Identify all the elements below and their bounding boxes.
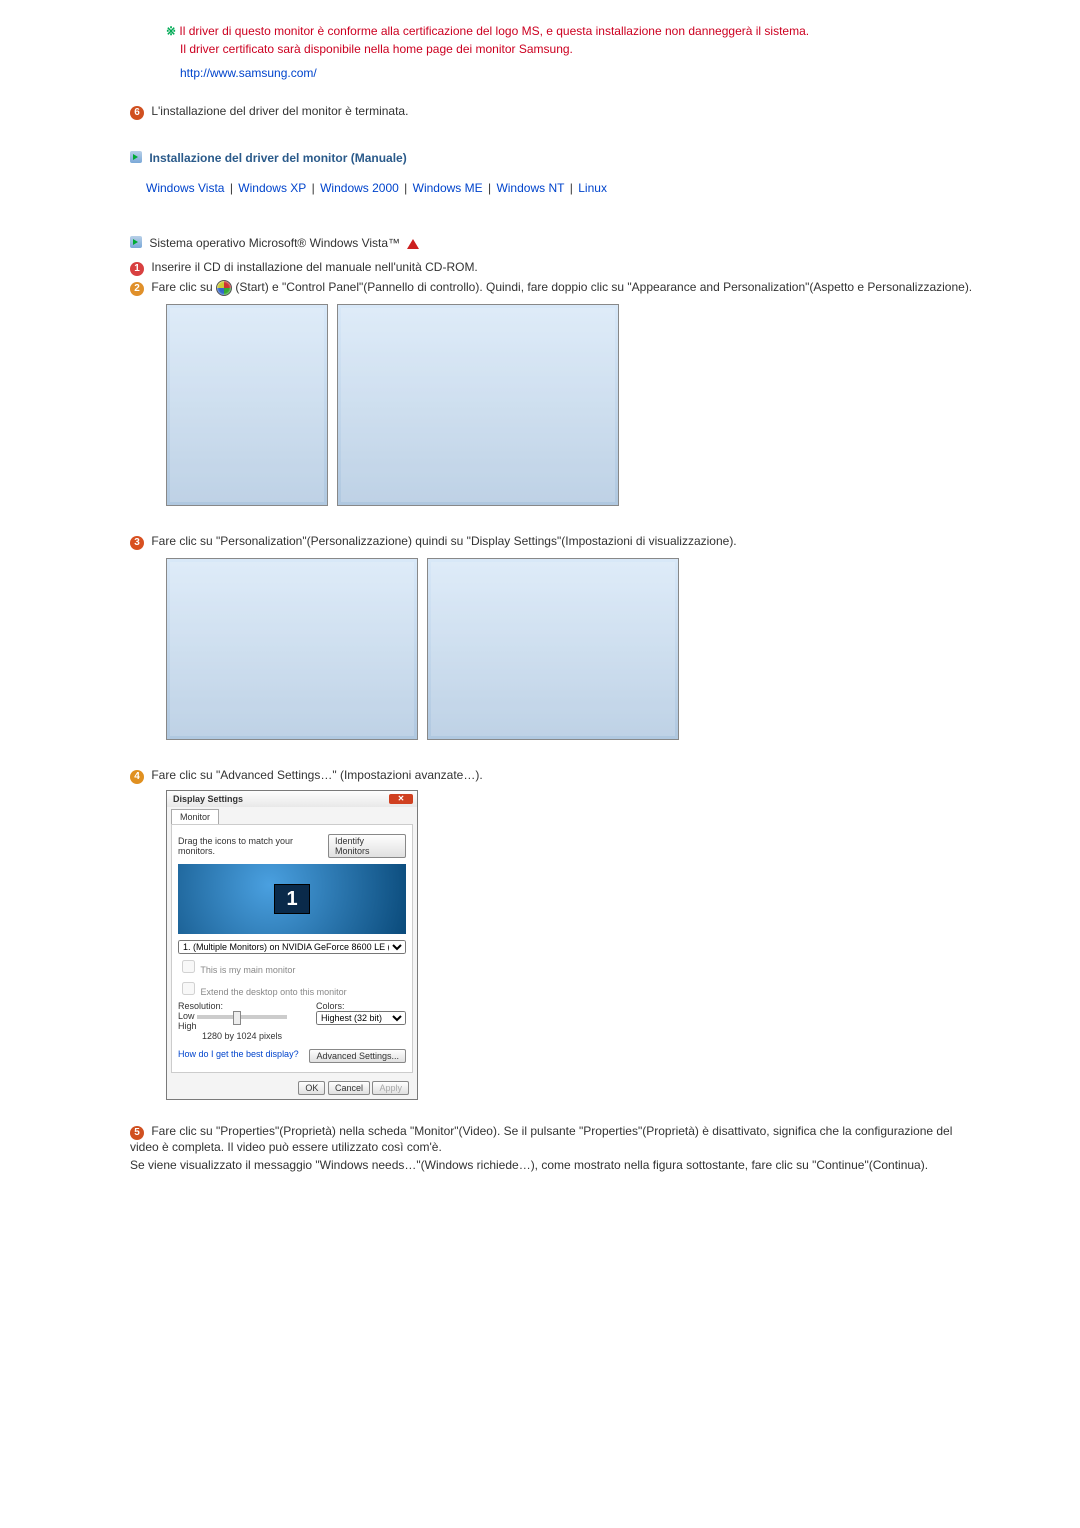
step-badge-3: 3 xyxy=(130,536,144,550)
samsung-link[interactable]: http://www.samsung.com/ xyxy=(180,66,317,80)
vista-step3: Fare clic su "Personalization"(Personali… xyxy=(151,534,736,548)
arrow-icon xyxy=(130,236,142,248)
colors-label: Colors: xyxy=(316,1001,406,1011)
ok-button[interactable]: OK xyxy=(298,1081,325,1095)
link-windows-nt[interactable]: Windows NT xyxy=(496,181,564,195)
link-windows-2000[interactable]: Windows 2000 xyxy=(320,181,399,195)
screenshot-control-panel xyxy=(337,304,619,506)
dialog-title: Display Settings xyxy=(173,794,243,804)
link-linux[interactable]: Linux xyxy=(578,181,607,195)
resolution-slider[interactable] xyxy=(197,1015,287,1019)
vista-step5: Fare clic su "Properties"(Proprietà) nel… xyxy=(130,1124,952,1154)
up-triangle-icon xyxy=(407,239,419,249)
resolution-label: Resolution: xyxy=(178,1001,306,1011)
arrow-icon xyxy=(130,151,142,163)
vista-step1: Inserire il CD di installazione del manu… xyxy=(151,260,477,274)
screenshot-personalization xyxy=(166,558,418,740)
manual-install-title: Installazione del driver del monitor (Ma… xyxy=(149,151,406,165)
tab-monitor[interactable]: Monitor xyxy=(171,809,219,824)
footnote-marker-icon: ※ xyxy=(166,24,176,38)
vista-step5b: Se viene visualizzato il messaggio "Wind… xyxy=(130,1158,980,1172)
vista-heading: Sistema operativo Microsoft® Windows Vis… xyxy=(149,236,400,250)
colors-select[interactable]: Highest (32 bit) xyxy=(316,1011,406,1025)
link-windows-vista[interactable]: Windows Vista xyxy=(146,181,224,195)
display-device-select[interactable]: 1. (Multiple Monitors) on NVIDIA GeForce… xyxy=(178,940,406,954)
vista-step2a: Fare clic su xyxy=(151,280,216,294)
slider-low-label: Low xyxy=(178,1011,195,1021)
driver-ms-note: Il driver di questo monitor è conforme a… xyxy=(179,24,809,38)
monitor-1-icon[interactable]: 1 xyxy=(274,884,310,914)
extend-desktop-label: Extend the desktop onto this monitor xyxy=(201,987,347,997)
slider-high-label: High xyxy=(178,1021,197,1031)
close-icon[interactable]: ✕ xyxy=(389,794,413,804)
cancel-button[interactable]: Cancel xyxy=(328,1081,370,1095)
apply-button: Apply xyxy=(372,1081,409,1095)
screenshot-start-menu xyxy=(166,304,328,506)
os-links-row: Windows Vista | Windows XP | Windows 200… xyxy=(144,181,980,195)
identify-monitors-button[interactable]: Identify Monitors xyxy=(328,834,406,858)
main-monitor-label: This is my main monitor xyxy=(200,965,295,975)
step-badge-4: 4 xyxy=(130,770,144,784)
link-windows-xp[interactable]: Windows XP xyxy=(238,181,306,195)
resolution-value: 1280 by 1024 pixels xyxy=(178,1031,306,1041)
step-badge-5: 5 xyxy=(130,1126,144,1140)
vista-step4: Fare clic su "Advanced Settings…" (Impos… xyxy=(151,768,482,782)
screenshot-display-settings-list xyxy=(427,558,679,740)
step-badge-2: 2 xyxy=(130,282,144,296)
display-settings-dialog: Display Settings ✕ Monitor Drag the icon… xyxy=(166,790,418,1100)
drag-instruction: Drag the icons to match your monitors. xyxy=(178,836,328,856)
extend-desktop-checkbox xyxy=(182,982,195,995)
monitor-preview: 1 xyxy=(178,864,406,934)
start-orb-icon xyxy=(216,280,232,296)
vista-step2b: (Start) e "Control Panel"(Pannello di co… xyxy=(235,280,972,294)
step-badge-1: 1 xyxy=(130,262,144,276)
advanced-settings-button[interactable]: Advanced Settings... xyxy=(309,1049,406,1063)
link-windows-me[interactable]: Windows ME xyxy=(413,181,483,195)
install-complete-text: L'installazione del driver del monitor è… xyxy=(151,104,408,118)
step-badge-6: 6 xyxy=(130,106,144,120)
driver-homepage-note: Il driver certificato sarà disponibile n… xyxy=(180,42,980,56)
best-display-link[interactable]: How do I get the best display? xyxy=(178,1049,299,1063)
main-monitor-checkbox xyxy=(182,960,195,973)
